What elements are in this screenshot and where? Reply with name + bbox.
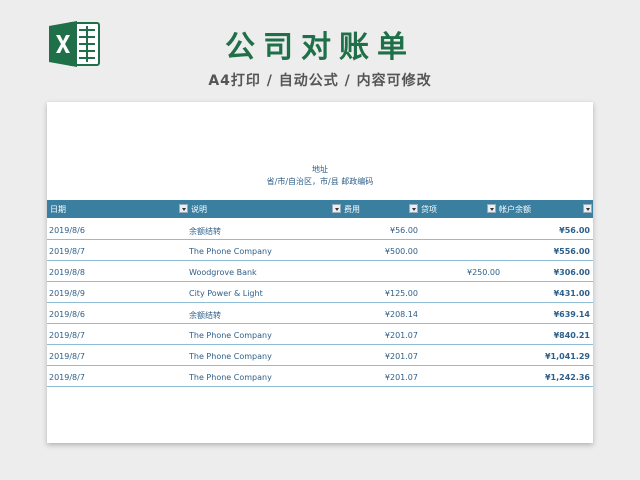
cell-fee: ¥201.07 <box>384 373 418 382</box>
table-row[interactable]: 2019/8/6 余额结转 ¥56.00 ¥56.00 <box>47 219 593 240</box>
cell-balance: ¥1,041.29 <box>544 352 590 361</box>
table-row[interactable]: 2019/8/7 The Phone Company ¥201.07 ¥840.… <box>47 324 593 345</box>
table-row[interactable]: 2019/8/7 The Phone Company ¥500.00 ¥556.… <box>47 240 593 261</box>
cell-balance: ¥840.21 <box>553 331 590 340</box>
cell-date: 2019/8/6 <box>49 226 85 235</box>
cell-credit: ¥250.00 <box>467 268 501 277</box>
cell-date: 2019/8/6 <box>49 310 85 319</box>
cell-description: The Phone Company <box>189 331 272 340</box>
filter-dropdown-icon[interactable] <box>179 204 188 213</box>
page-subtitle: A4打印 / 自动公式 / 内容可修改 <box>208 73 432 89</box>
cell-description: 余额结转 <box>189 311 221 320</box>
cell-date: 2019/8/7 <box>49 373 85 382</box>
cell-date: 2019/8/7 <box>49 331 85 340</box>
filter-dropdown-icon[interactable] <box>332 204 341 213</box>
cell-fee: ¥201.07 <box>384 352 418 361</box>
column-header-fee[interactable]: 费用 <box>344 204 360 215</box>
cell-date: 2019/8/8 <box>49 268 85 277</box>
table-row[interactable]: 2019/8/7 The Phone Company ¥201.07 ¥1,04… <box>47 345 593 366</box>
filter-dropdown-icon[interactable] <box>583 204 592 213</box>
cell-balance: ¥56.00 <box>559 226 590 235</box>
cell-date: 2019/8/7 <box>49 352 85 361</box>
address-block: 地址 省/市/自治区，市/县 邮政编码 <box>47 164 593 188</box>
cell-description: The Phone Company <box>189 247 272 256</box>
cell-fee: ¥201.07 <box>384 331 418 340</box>
cell-description: Woodgrove Bank <box>189 268 257 277</box>
address-line: 省/市/自治区，市/县 邮政编码 <box>266 177 374 186</box>
column-header-credit[interactable]: 贷项 <box>421 204 437 215</box>
page-title: 公司对账单 <box>225 30 415 65</box>
table-row[interactable]: 2019/8/9 City Power & Light ¥125.00 ¥431… <box>47 282 593 303</box>
column-header-date[interactable]: 日期 <box>50 204 66 215</box>
cell-fee: ¥125.00 <box>384 289 418 298</box>
cell-fee: ¥208.14 <box>384 310 418 319</box>
column-header-description[interactable]: 说明 <box>191 204 207 215</box>
cell-description: The Phone Company <box>189 373 272 382</box>
spreadsheet-sheet[interactable]: 地址 省/市/自治区，市/县 邮政编码 日期 说明 费用 贷项 帐户余额 201… <box>47 102 593 443</box>
address-label: 地址 <box>312 165 328 174</box>
cell-date: 2019/8/7 <box>49 247 85 256</box>
cell-balance: ¥639.14 <box>553 310 590 319</box>
cell-description: City Power & Light <box>189 289 263 298</box>
table-row[interactable]: 2019/8/8 Woodgrove Bank ¥250.00 ¥306.00 <box>47 261 593 282</box>
cell-balance: ¥431.00 <box>553 289 590 298</box>
cell-description: 余额结转 <box>189 227 221 236</box>
filter-dropdown-icon[interactable] <box>409 204 418 213</box>
filter-dropdown-icon[interactable] <box>487 204 496 213</box>
cell-fee: ¥500.00 <box>384 247 418 256</box>
table-row[interactable]: 2019/8/7 The Phone Company ¥201.07 ¥1,24… <box>47 366 593 387</box>
cell-balance: ¥556.00 <box>553 247 590 256</box>
cell-balance: ¥306.00 <box>553 268 590 277</box>
cell-description: The Phone Company <box>189 352 272 361</box>
cell-date: 2019/8/9 <box>49 289 85 298</box>
cell-fee: ¥56.00 <box>390 226 418 235</box>
cell-balance: ¥1,242.36 <box>544 373 590 382</box>
table-row[interactable]: 2019/8/6 余额结转 ¥208.14 ¥639.14 <box>47 303 593 324</box>
column-header-balance[interactable]: 帐户余额 <box>499 204 531 215</box>
table-header: 日期 说明 费用 贷项 帐户余额 <box>47 200 593 218</box>
